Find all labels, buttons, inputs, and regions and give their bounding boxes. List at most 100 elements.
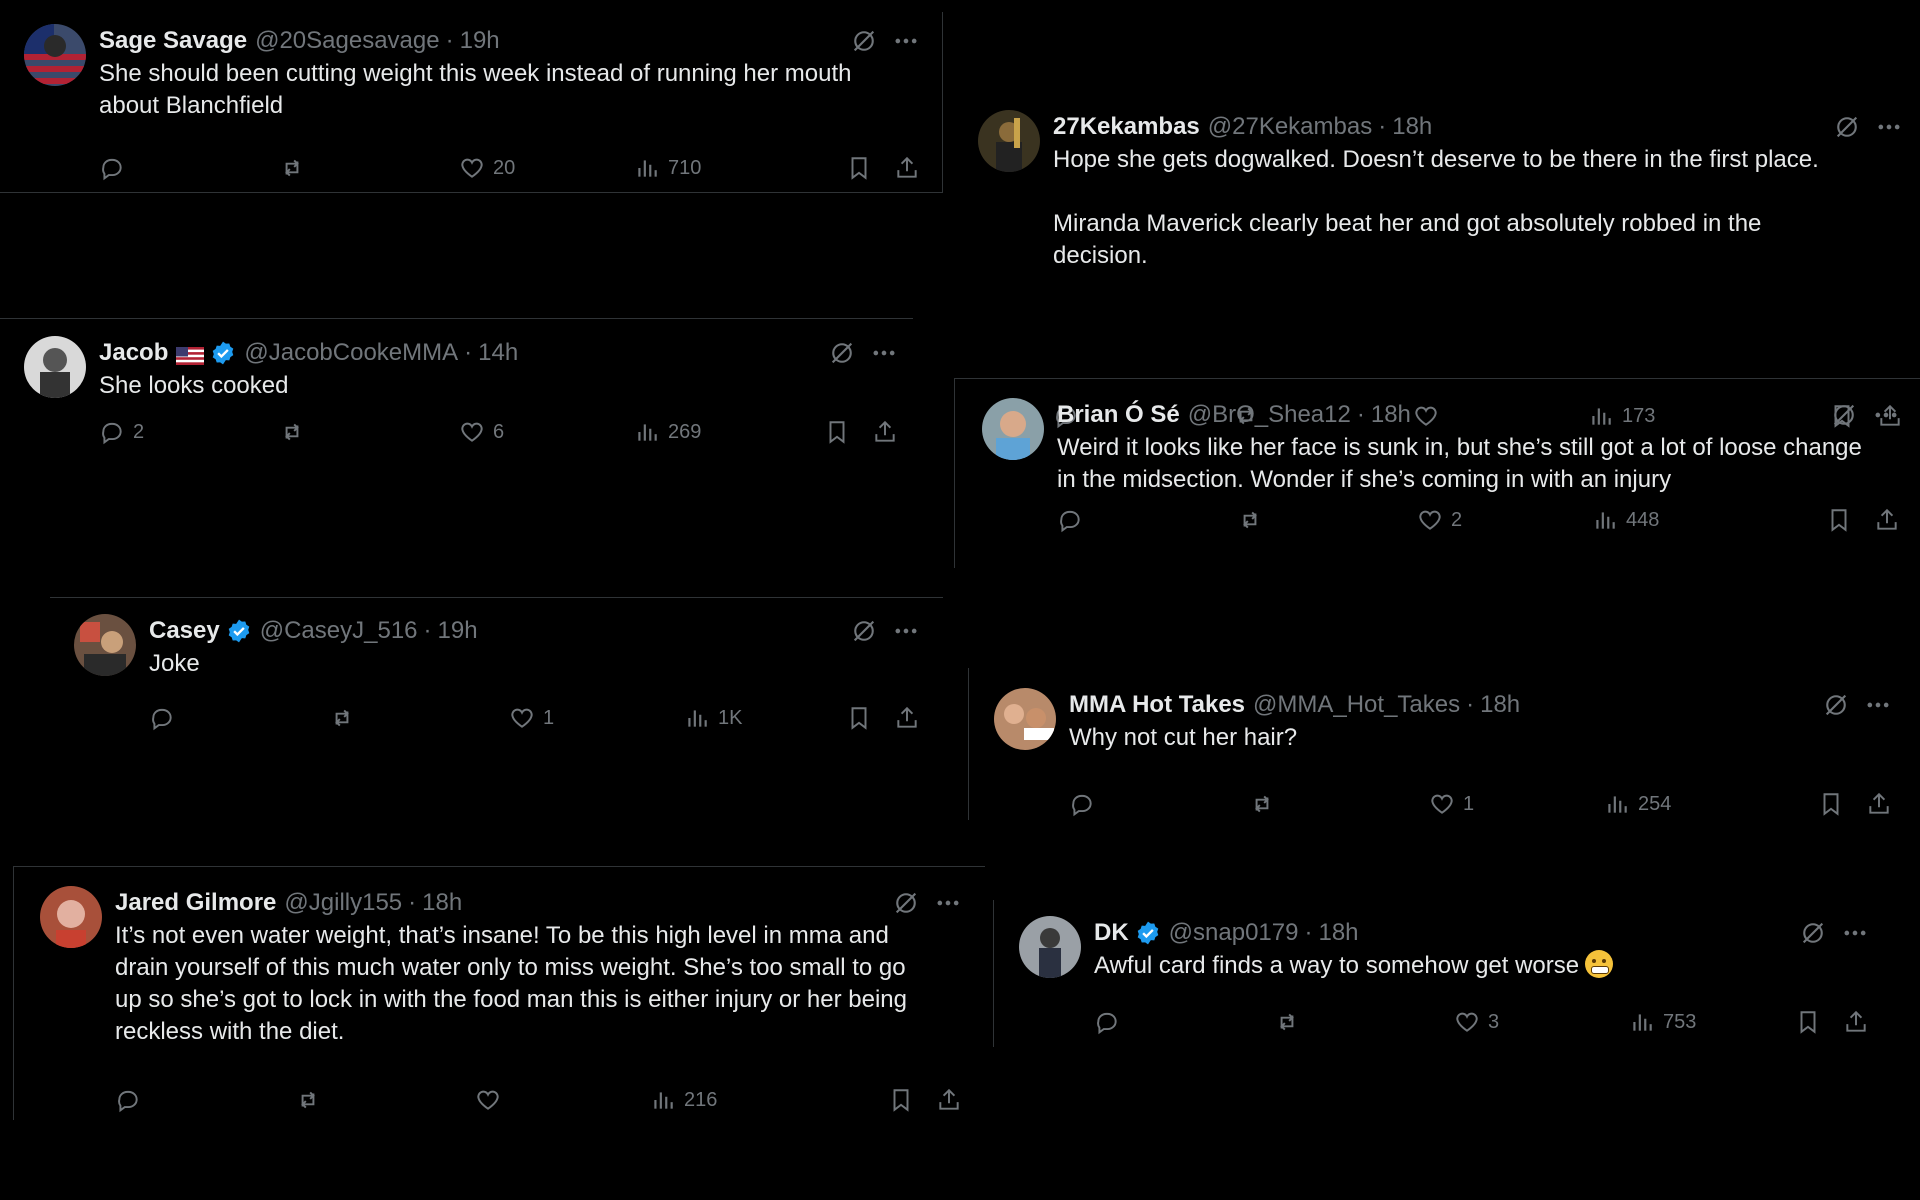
grok-icon[interactable] [1822, 691, 1850, 719]
timestamp[interactable]: 19h [460, 27, 500, 55]
share-button[interactable] [894, 705, 920, 731]
grok-icon[interactable] [1799, 919, 1827, 947]
avatar[interactable] [978, 110, 1040, 172]
like-button[interactable]: 1 [509, 705, 684, 731]
retweet-button[interactable] [1274, 1009, 1454, 1035]
reply-button[interactable] [99, 155, 279, 181]
grok-icon[interactable] [1830, 401, 1858, 429]
user-handle[interactable]: @27Kekambas [1208, 113, 1372, 141]
timestamp[interactable]: 18h [1392, 113, 1432, 141]
reply-button[interactable] [115, 1087, 295, 1113]
more-options-icon[interactable] [1875, 113, 1903, 141]
grok-icon[interactable] [892, 889, 920, 917]
share-button[interactable] [1874, 507, 1900, 533]
views-button[interactable]: 254 [1604, 791, 1818, 817]
timestamp[interactable]: 18h [1318, 919, 1358, 947]
share-button[interactable] [936, 1087, 962, 1113]
timestamp[interactable]: 18h [1371, 401, 1411, 429]
like-button[interactable]: 3 [1454, 1009, 1629, 1035]
tweet-card[interactable]: Jacob @JacobCookeMMA · 14h She looks coo… [24, 336, 898, 456]
display-name[interactable]: 27Kekambas [1053, 113, 1200, 141]
bookmark-button[interactable] [888, 1087, 936, 1113]
bookmark-button[interactable] [824, 419, 872, 445]
retweet-button[interactable] [279, 419, 459, 445]
tweet-card[interactable]: MMA Hot Takes @MMA_Hot_Takes · 18h Why n… [994, 688, 1892, 828]
user-handle[interactable]: @BrO_Shea12 [1188, 401, 1351, 429]
like-button[interactable]: 2 [1417, 507, 1592, 533]
bookmark-button[interactable] [1826, 507, 1874, 533]
retweet-button[interactable] [279, 155, 459, 181]
more-options-icon[interactable] [1841, 919, 1869, 947]
bookmark-button[interactable] [846, 705, 894, 731]
views-button[interactable]: 216 [650, 1087, 888, 1113]
tweet-card[interactable]: Casey @CaseyJ_516 · 19h Joke 1 1K [74, 614, 920, 742]
more-options-icon[interactable] [934, 889, 962, 917]
share-button[interactable] [1843, 1009, 1869, 1035]
share-button[interactable] [872, 419, 898, 445]
reply-button[interactable]: 2 [99, 419, 279, 445]
reply-button[interactable] [1057, 507, 1237, 533]
more-options-icon[interactable] [892, 27, 920, 55]
user-handle[interactable]: @Jgilly155 [284, 889, 402, 917]
views-button[interactable]: 448 [1592, 507, 1826, 533]
share-button[interactable] [1866, 791, 1892, 817]
like-button[interactable]: 1 [1429, 791, 1604, 817]
timestamp[interactable]: 18h [422, 889, 462, 917]
display-name[interactable]: MMA Hot Takes [1069, 691, 1245, 719]
timestamp[interactable]: 14h [478, 339, 518, 367]
display-name[interactable]: DK [1094, 919, 1129, 947]
reply-button[interactable] [149, 705, 329, 731]
grok-icon[interactable] [850, 617, 878, 645]
more-options-icon[interactable] [870, 339, 898, 367]
avatar[interactable] [24, 24, 86, 86]
retweet-button[interactable] [1237, 507, 1417, 533]
display-name[interactable]: Jared Gilmore [115, 889, 276, 917]
like-button[interactable]: 20 [459, 155, 634, 181]
views-button[interactable]: 269 [634, 419, 824, 445]
more-options-icon[interactable] [1872, 401, 1900, 429]
timestamp[interactable]: 18h [1480, 691, 1520, 719]
user-handle[interactable]: @20Sagesavage [255, 27, 440, 55]
avatar[interactable] [40, 886, 102, 948]
avatar[interactable] [982, 398, 1044, 460]
avatar[interactable] [74, 614, 136, 676]
display-name[interactable]: Brian Ó Sé [1057, 401, 1180, 429]
retweet-button[interactable] [1249, 791, 1429, 817]
avatar[interactable] [1019, 916, 1081, 978]
tweet-card[interactable]: Jared Gilmore @Jgilly155 · 18h It’s not … [40, 886, 962, 1124]
views-button[interactable]: 753 [1629, 1009, 1795, 1035]
user-handle[interactable]: @MMA_Hot_Takes [1253, 691, 1460, 719]
tweet-card[interactable]: Brian Ó Sé @BrO_Shea12 · 18h Weird it lo… [982, 398, 1900, 544]
share-button[interactable] [894, 155, 920, 181]
user-handle[interactable]: @JacobCookeMMA [244, 339, 458, 367]
grok-icon[interactable] [1833, 113, 1861, 141]
views-button[interactable]: 710 [634, 155, 846, 181]
more-options-icon[interactable] [1864, 691, 1892, 719]
timestamp[interactable]: 19h [438, 617, 478, 645]
bookmark-button[interactable] [846, 155, 894, 181]
tweet-actions: 3 753 [1094, 1006, 1869, 1038]
view-count: 1K [718, 706, 743, 729]
tweet-card[interactable]: DK @snap0179 · 18h Awful card finds a wa… [1019, 916, 1869, 1046]
views-button[interactable]: 1K [684, 705, 846, 731]
tweet-card[interactable]: Sage Savage @20Sagesavage · 19h She shou… [24, 24, 920, 192]
user-handle[interactable]: @CaseyJ_516 [260, 617, 418, 645]
grok-icon[interactable] [828, 339, 856, 367]
bookmark-button[interactable] [1818, 791, 1866, 817]
display-name[interactable]: Casey [149, 617, 220, 645]
like-button[interactable] [475, 1087, 650, 1113]
avatar[interactable] [994, 688, 1056, 750]
more-options-icon[interactable] [892, 617, 920, 645]
display-name[interactable]: Jacob [99, 339, 168, 367]
tweet-card[interactable]: 27Kekambas @27Kekambas · 18h Hope she ge… [978, 110, 1903, 440]
user-handle[interactable]: @snap0179 [1169, 919, 1299, 947]
grok-icon[interactable] [850, 27, 878, 55]
reply-button[interactable] [1069, 791, 1249, 817]
retweet-button[interactable] [329, 705, 509, 731]
retweet-button[interactable] [295, 1087, 475, 1113]
display-name[interactable]: Sage Savage [99, 27, 247, 55]
avatar[interactable] [24, 336, 86, 398]
like-button[interactable]: 6 [459, 419, 634, 445]
reply-button[interactable] [1094, 1009, 1274, 1035]
bookmark-button[interactable] [1795, 1009, 1843, 1035]
